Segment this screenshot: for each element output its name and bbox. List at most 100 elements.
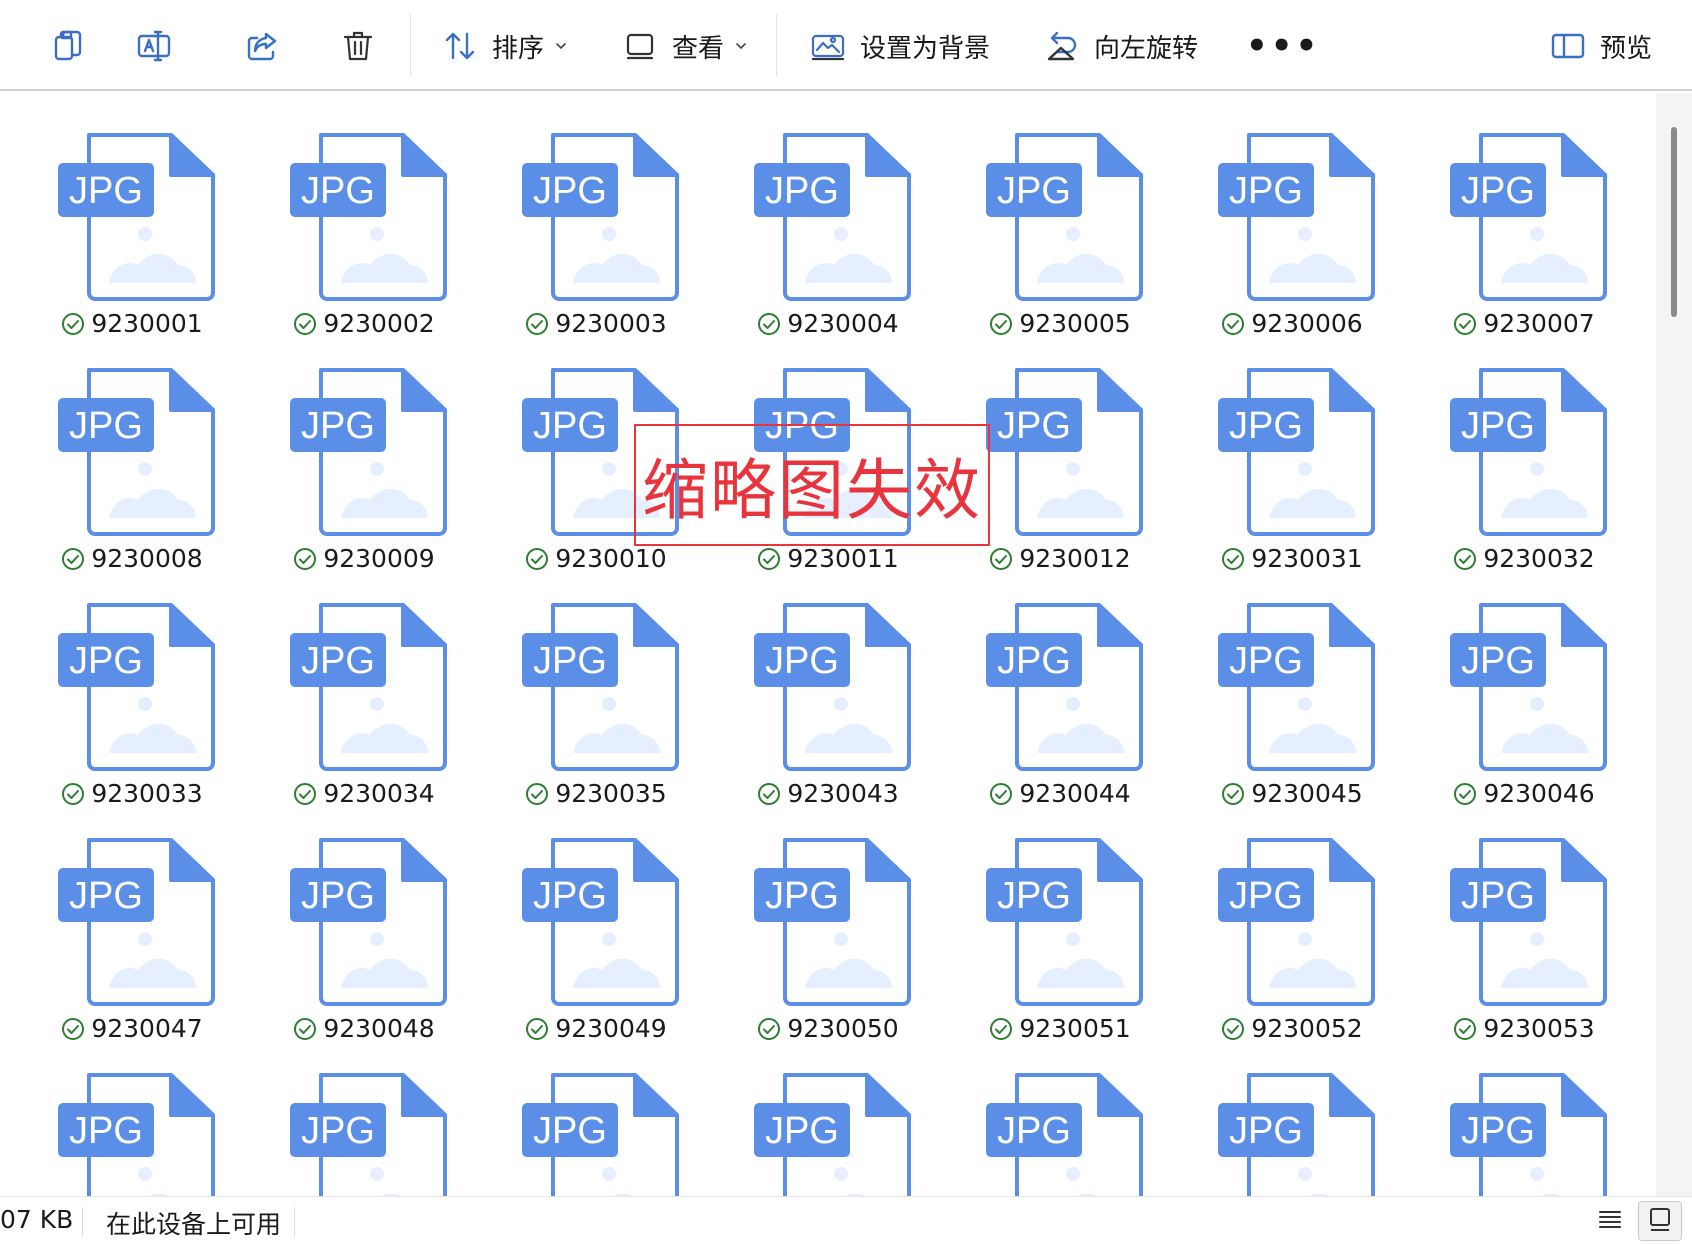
sync-check-icon xyxy=(525,1017,549,1041)
sync-check-icon xyxy=(989,1017,1013,1041)
share-button[interactable] xyxy=(244,18,280,74)
file-name-row: 9230034 xyxy=(248,779,480,808)
file-item[interactable]: JPG 9230049 xyxy=(480,814,712,1049)
file-item[interactable]: JPG xyxy=(248,1049,480,1196)
file-item[interactable]: JPG 9230034 xyxy=(248,579,480,814)
toolbar-separator xyxy=(776,14,777,76)
chevron-down-icon xyxy=(554,39,568,53)
status-bar: 07 KB 在此设备上可用 xyxy=(0,1196,1692,1244)
sync-check-icon xyxy=(1453,1017,1477,1041)
chevron-down-icon xyxy=(734,39,748,53)
more-options-icon: ••• xyxy=(1246,26,1321,66)
sync-check-icon xyxy=(61,547,85,571)
rotate-left-icon xyxy=(1044,28,1080,64)
file-name-row: 9230011 xyxy=(712,544,944,573)
delete-button[interactable] xyxy=(340,18,376,74)
file-type-label: JPG xyxy=(533,405,607,447)
file-name: 9230002 xyxy=(323,309,435,338)
file-item[interactable]: JPG 9230052 xyxy=(1176,814,1408,1049)
file-item[interactable]: JPG 9230006 xyxy=(1176,109,1408,344)
file-item[interactable]: JPG xyxy=(16,1049,248,1196)
tiles-view-button[interactable] xyxy=(1638,1201,1682,1241)
rotate-left-button[interactable]: 向左旋转 xyxy=(1044,18,1198,74)
file-grid: JPG 9230001 JPG 9230002 JPG 9230003 JPG 9230004… xyxy=(0,93,1656,1196)
availability-status: 在此设备上可用 xyxy=(106,1210,282,1239)
file-item[interactable]: JPG xyxy=(1176,1049,1408,1196)
file-item[interactable]: JPG 9230045 xyxy=(1176,579,1408,814)
file-name-row: 9230052 xyxy=(1176,1014,1408,1043)
file-name-row: 9230049 xyxy=(480,1014,712,1043)
view-button[interactable]: 查看 xyxy=(622,18,748,74)
jpg-file-icon: JPG xyxy=(752,836,912,1006)
file-item[interactable]: JPG 9230031 xyxy=(1176,344,1408,579)
file-item[interactable]: JPG 9230009 xyxy=(248,344,480,579)
rename-button[interactable] xyxy=(136,18,172,74)
wallpaper-icon xyxy=(810,28,846,64)
file-name-row: 9230001 xyxy=(16,309,248,338)
file-item[interactable]: JPG 9230044 xyxy=(944,579,1176,814)
jpg-file-icon: JPG xyxy=(752,601,912,771)
file-item[interactable]: JPG 9230033 xyxy=(16,579,248,814)
file-item[interactable]: JPG 9230051 xyxy=(944,814,1176,1049)
more-options-button[interactable]: ••• xyxy=(1246,18,1320,74)
jpg-file-icon: JPG xyxy=(1216,366,1376,536)
file-type-label: JPG xyxy=(765,170,839,212)
preview-pane-button[interactable]: 预览 xyxy=(1550,18,1652,74)
file-name-row: 9230012 xyxy=(944,544,1176,573)
sort-button[interactable]: 排序 xyxy=(442,18,568,74)
file-item[interactable]: JPG 9230001 xyxy=(16,109,248,344)
sync-check-icon xyxy=(1221,1017,1245,1041)
file-item[interactable]: JPG xyxy=(712,1049,944,1196)
file-item[interactable]: JPG 9230007 xyxy=(1408,109,1640,344)
file-item[interactable]: JPG 9230004 xyxy=(712,109,944,344)
file-item[interactable]: JPG 9230048 xyxy=(248,814,480,1049)
file-name: 9230005 xyxy=(1019,309,1131,338)
file-type-label: JPG xyxy=(533,640,607,682)
details-view-button[interactable] xyxy=(1588,1201,1632,1241)
file-item[interactable]: JPG 9230047 xyxy=(16,814,248,1049)
jpg-file-icon: JPG xyxy=(1448,366,1608,536)
file-item[interactable]: JPG 9230002 xyxy=(248,109,480,344)
file-item[interactable]: JPG 9230005 xyxy=(944,109,1176,344)
sync-check-icon xyxy=(293,782,317,806)
file-name: 9230003 xyxy=(555,309,667,338)
set-as-background-button[interactable]: 设置为背景 xyxy=(810,18,990,74)
vertical-scrollbar[interactable] xyxy=(1656,93,1692,1196)
file-item[interactable]: JPG 9230053 xyxy=(1408,814,1640,1049)
file-item[interactable]: JPG 9230046 xyxy=(1408,579,1640,814)
file-name-row: 9230033 xyxy=(16,779,248,808)
scrollbar-thumb[interactable] xyxy=(1671,127,1677,317)
preview-pane-icon xyxy=(1550,28,1586,64)
file-name: 9230009 xyxy=(323,544,435,573)
file-type-label: JPG xyxy=(1461,875,1535,917)
file-item[interactable]: JPG 9230035 xyxy=(480,579,712,814)
file-item[interactable]: JPG 9230032 xyxy=(1408,344,1640,579)
file-type-label: JPG xyxy=(69,875,143,917)
jpg-file-icon: JPG xyxy=(56,366,216,536)
jpg-file-icon: JPG xyxy=(984,601,1144,771)
file-name: 9230031 xyxy=(1251,544,1363,573)
file-name: 9230051 xyxy=(1019,1014,1131,1043)
jpg-file-icon: JPG xyxy=(56,131,216,301)
file-name: 9230004 xyxy=(787,309,899,338)
file-item[interactable]: JPG xyxy=(480,1049,712,1196)
sync-check-icon xyxy=(989,782,1013,806)
file-type-label: JPG xyxy=(997,170,1071,212)
jpg-file-icon: JPG xyxy=(984,836,1144,1006)
file-name: 9230043 xyxy=(787,779,899,808)
file-item[interactable]: JPG 9230003 xyxy=(480,109,712,344)
file-item[interactable]: JPG 9230050 xyxy=(712,814,944,1049)
file-item[interactable]: JPG 9230008 xyxy=(16,344,248,579)
file-item[interactable]: JPG xyxy=(944,1049,1176,1196)
file-item[interactable]: JPG 9230043 xyxy=(712,579,944,814)
jpg-file-icon: JPG xyxy=(520,836,680,1006)
jpg-file-icon: JPG xyxy=(1448,836,1608,1006)
tiles-view-icon xyxy=(1646,1205,1674,1237)
jpg-file-icon: JPG xyxy=(1448,1071,1608,1196)
file-name-row: 9230047 xyxy=(16,1014,248,1043)
sync-check-icon xyxy=(1221,547,1245,571)
file-name: 9230050 xyxy=(787,1014,899,1043)
file-name-row: 9230003 xyxy=(480,309,712,338)
file-item[interactable]: JPG xyxy=(1408,1049,1640,1196)
copy-button[interactable] xyxy=(50,18,86,74)
